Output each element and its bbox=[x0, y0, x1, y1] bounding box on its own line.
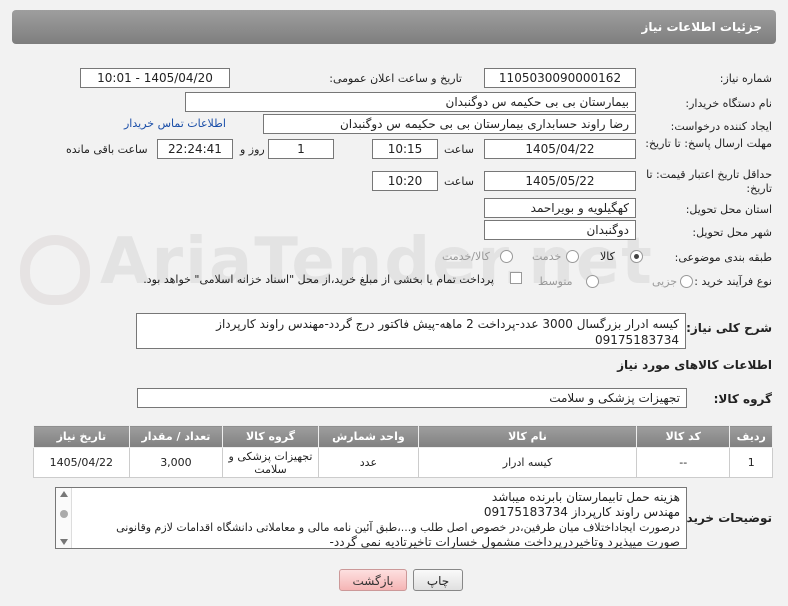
goods-table-header: ردیف کد کالا نام کالا واحد شمارش گروه کا… bbox=[33, 425, 773, 448]
col-row: ردیف bbox=[729, 425, 773, 448]
buyer-contact-link[interactable]: اطلاعات تماس خریدار bbox=[124, 117, 226, 130]
goods-section-title: اطلاعات کالاهای مورد نیاز bbox=[617, 358, 772, 372]
buyer-note-line: هزینه حمل تابیمارستان بابرنده میباشد bbox=[491, 490, 680, 504]
cell-name: کیسه ادرار bbox=[417, 447, 638, 478]
category-radio-service[interactable] bbox=[566, 250, 579, 263]
city-label: شهر محل تحویل: bbox=[692, 226, 772, 239]
col-group: گروه کالا bbox=[222, 425, 319, 448]
buyer-note-line: مهندس راوند کارپرداز 09175183734 bbox=[483, 505, 680, 519]
remaining-time-field: 22:24:41 bbox=[157, 139, 233, 159]
watermark-shield-icon bbox=[20, 235, 90, 305]
category-option-goods-service: کالا/خدمت bbox=[442, 250, 490, 263]
buyer-note-line: درصورت ایجاداختلاف میان طرفین،در خصوص اص… bbox=[116, 521, 680, 534]
col-code: کد کالا bbox=[636, 425, 731, 448]
buyer-org-label: نام دستگاه خریدار: bbox=[685, 97, 772, 110]
description-field: کیسه ادرار بزرگسال 3000 عدد-پرداخت 2 ماه… bbox=[136, 313, 686, 349]
cell-code: -- bbox=[636, 447, 731, 478]
cell-row: 1 bbox=[729, 447, 773, 478]
province-field: کهگیلویه و بویراحمد bbox=[484, 198, 636, 218]
remaining-label: ساعت باقی مانده bbox=[66, 143, 148, 156]
need-number-field: 1105030090000162 bbox=[484, 68, 636, 88]
process-option-medium: متوسط bbox=[538, 275, 573, 288]
category-radio-goods-service[interactable] bbox=[500, 250, 513, 263]
creator-label: ایجاد کننده درخواست: bbox=[670, 120, 772, 133]
scroll-down-icon[interactable] bbox=[60, 539, 68, 545]
category-option-service: خدمت bbox=[532, 250, 562, 263]
header-panel: جزئیات اطلاعات نیاز bbox=[12, 10, 776, 44]
reply-deadline-label: مهلت ارسال پاسخ: تا تاریخ: bbox=[645, 137, 772, 150]
col-name: نام کالا bbox=[417, 425, 638, 448]
buyer-notes-field: هزینه حمل تابیمارستان بابرنده میباشد مهن… bbox=[55, 487, 687, 549]
cell-date: 1405/04/22 bbox=[33, 447, 130, 478]
treasury-payment-checkbox[interactable] bbox=[510, 272, 522, 284]
print-button[interactable]: چاپ bbox=[413, 569, 463, 591]
goods-table: ردیف کد کالا نام کالا واحد شمارش گروه کا… bbox=[33, 425, 773, 478]
process-option-minor: جزیی bbox=[652, 275, 678, 288]
scroll-up-icon[interactable] bbox=[60, 491, 68, 497]
page-title: جزئیات اطلاعات نیاز bbox=[641, 20, 762, 34]
process-radio-minor[interactable] bbox=[680, 275, 693, 288]
announce-label: تاریخ و ساعت اعلان عمومی: bbox=[329, 72, 462, 85]
buyer-note-line: صورت میپذیرد وتاخیردرپرداخت مشمول خسارات… bbox=[329, 535, 680, 549]
goods-group-label: گروه کالا: bbox=[713, 392, 772, 406]
goods-group-field: تجهیزات پزشکی و سلامت bbox=[137, 388, 687, 408]
reply-time-field: 10:15 bbox=[372, 139, 438, 159]
need-number-label: شماره نیاز: bbox=[719, 72, 772, 85]
announce-field: 1405/04/20 - 10:01 bbox=[80, 68, 230, 88]
col-unit: واحد شمارش bbox=[317, 425, 419, 448]
category-label: طبقه بندی موضوعی: bbox=[674, 251, 772, 264]
province-label: استان محل تحویل: bbox=[685, 203, 772, 216]
col-date: تاریخ نیاز bbox=[33, 425, 130, 448]
back-button[interactable]: بازگشت bbox=[339, 569, 407, 591]
process-label: نوع فرآیند خرید : bbox=[694, 275, 772, 288]
reply-time-label: ساعت bbox=[444, 143, 474, 156]
scroll-thumb[interactable] bbox=[60, 510, 68, 518]
category-radio-goods[interactable] bbox=[630, 250, 643, 263]
creator-field: رضا راوند حسابداری بیمارستان بی بی حکیمه… bbox=[263, 114, 636, 134]
category-option-goods: کالا bbox=[600, 250, 615, 263]
days-label: روز و bbox=[240, 143, 265, 156]
price-validity-label: حداقل تاریخ اعتبار قیمت: تا تاریخ: bbox=[646, 168, 772, 195]
cell-unit: عدد bbox=[317, 447, 419, 478]
buyer-notes-scrollbar[interactable] bbox=[56, 488, 72, 548]
city-field: دوگنبدان bbox=[484, 220, 636, 240]
price-time-label: ساعت bbox=[444, 175, 474, 188]
days-field: 1 bbox=[268, 139, 334, 159]
price-date-field: 1405/05/22 bbox=[484, 171, 636, 191]
description-label: شرح کلی نیاز: bbox=[686, 321, 772, 335]
table-row: 1 -- کیسه ادرار عدد تجهیزات پزشکی و سلام… bbox=[33, 447, 773, 478]
cell-group: تجهیزات پزشکی و سلامت bbox=[222, 447, 319, 478]
buyer-org-field: بیمارستان بی بی حکیمه س دوگنبدان bbox=[185, 92, 636, 112]
col-qty: تعداد / مقدار bbox=[128, 425, 224, 448]
treasury-payment-note: پرداخت تمام یا بخشی از مبلغ خرید،از محل … bbox=[143, 273, 494, 286]
price-time-field: 10:20 bbox=[372, 171, 438, 191]
process-radio-medium[interactable] bbox=[586, 275, 599, 288]
cell-qty: 3,000 bbox=[128, 447, 224, 478]
reply-date-field: 1405/04/22 bbox=[484, 139, 636, 159]
